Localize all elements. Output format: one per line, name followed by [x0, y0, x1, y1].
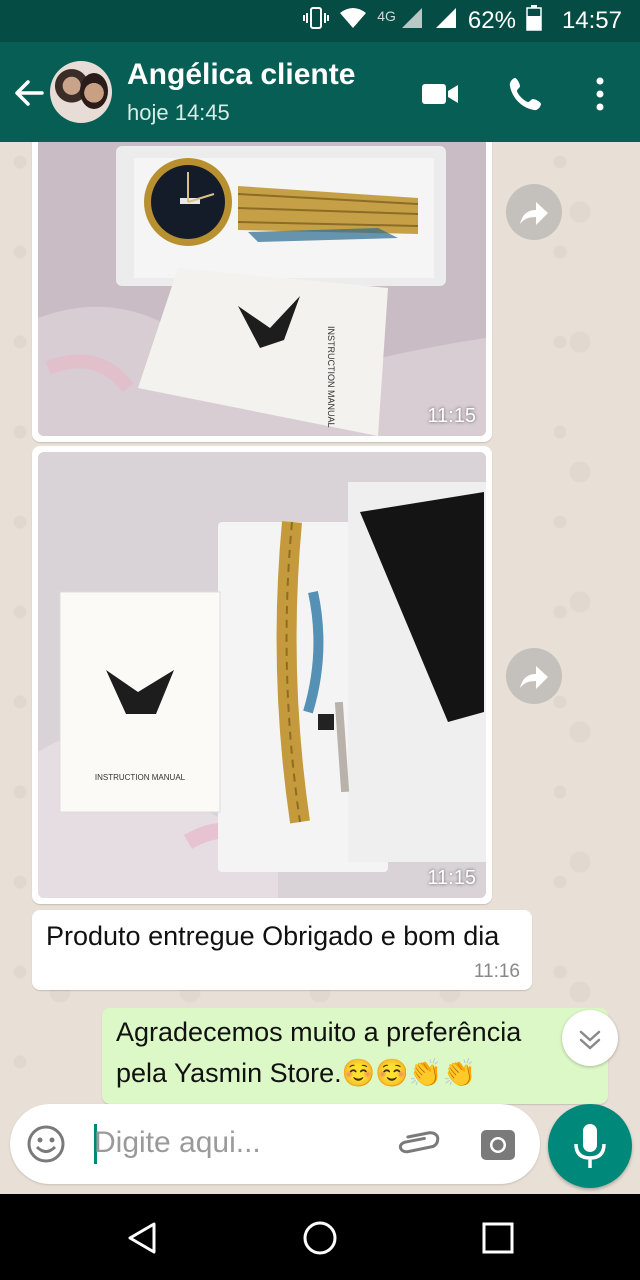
battery-percent: 62% [467, 7, 516, 34]
chevron-down-icon [579, 1030, 601, 1050]
mic-button[interactable] [548, 1104, 632, 1188]
watch-photo-2[interactable]: INSTRUCTION MANUAL 11:15 [38, 452, 486, 898]
contact-name[interactable]: Angélica cliente [127, 58, 355, 92]
status-bar: 4G 62% 14:57 [0, 0, 640, 42]
image-message-2[interactable]: INSTRUCTION MANUAL 11:15 [32, 446, 492, 904]
video-call-icon[interactable] [420, 74, 460, 114]
nav-home-icon[interactable] [302, 1220, 338, 1261]
booklet-text-1: INSTRUCTION MANUAL [326, 326, 336, 428]
image-message-1[interactable]: INSTRUCTION MANUAL 11:15 [32, 142, 492, 442]
wifi-icon [339, 6, 367, 37]
attach-icon[interactable] [398, 1124, 442, 1169]
last-seen: hoje 14:45 [127, 100, 230, 125]
booklet-text-2: INSTRUCTION MANUAL [95, 773, 186, 782]
text-message-incoming[interactable]: Produto entregue Obrigado e bom dia 11:1… [32, 910, 532, 990]
message-text-line-1: Agradecemos muito a preferência [116, 1017, 522, 1047]
signal-icon-1 [400, 6, 424, 37]
share-button[interactable] [506, 184, 562, 240]
message-text-line-2: pela Yasmin Store.☺️☺️👏👏 [116, 1058, 477, 1088]
mic-icon [574, 1124, 606, 1168]
message-input[interactable]: Digite aqui... [94, 1126, 261, 1160]
clock: 14:57 [561, 7, 622, 34]
more-options-icon[interactable] [582, 74, 622, 114]
message-time: 11:16 [473, 961, 520, 982]
chat-area[interactable]: INSTRUCTION MANUAL 11:15 INSTRUCTION MAN… [0, 142, 640, 1194]
emoji-icon[interactable] [26, 1124, 66, 1169]
signal-icon-2 [434, 6, 458, 37]
battery-icon [526, 4, 542, 38]
message-time: 11:15 [427, 405, 476, 427]
avatar[interactable] [50, 61, 112, 123]
system-nav-bar [0, 1194, 640, 1280]
share-icon [520, 666, 548, 689]
vibrate-icon [303, 6, 330, 37]
share-icon [520, 202, 548, 225]
scroll-to-bottom-button[interactable] [562, 1010, 618, 1066]
watch-photo-illustration-1: INSTRUCTION MANUAL [38, 142, 486, 436]
network-type: 4G [377, 8, 396, 24]
nav-recents-icon[interactable] [480, 1220, 516, 1261]
message-time: 11:15 [427, 867, 476, 889]
back-arrow-icon[interactable] [12, 76, 46, 110]
message-composer[interactable]: Digite aqui... [10, 1104, 540, 1184]
share-button[interactable] [506, 648, 562, 704]
watch-photo-illustration-2: INSTRUCTION MANUAL [38, 452, 486, 898]
nav-back-icon[interactable] [124, 1220, 160, 1261]
message-text: Produto entregue Obrigado e bom dia [46, 921, 500, 951]
camera-icon[interactable] [478, 1124, 518, 1169]
watch-photo-1[interactable]: INSTRUCTION MANUAL 11:15 [38, 142, 486, 436]
chat-header: Angélica cliente hoje 14:45 [0, 42, 640, 142]
text-message-outgoing[interactable]: Agradecemos muito a preferência pela Yas… [102, 1008, 608, 1104]
phone-icon[interactable] [506, 74, 546, 114]
